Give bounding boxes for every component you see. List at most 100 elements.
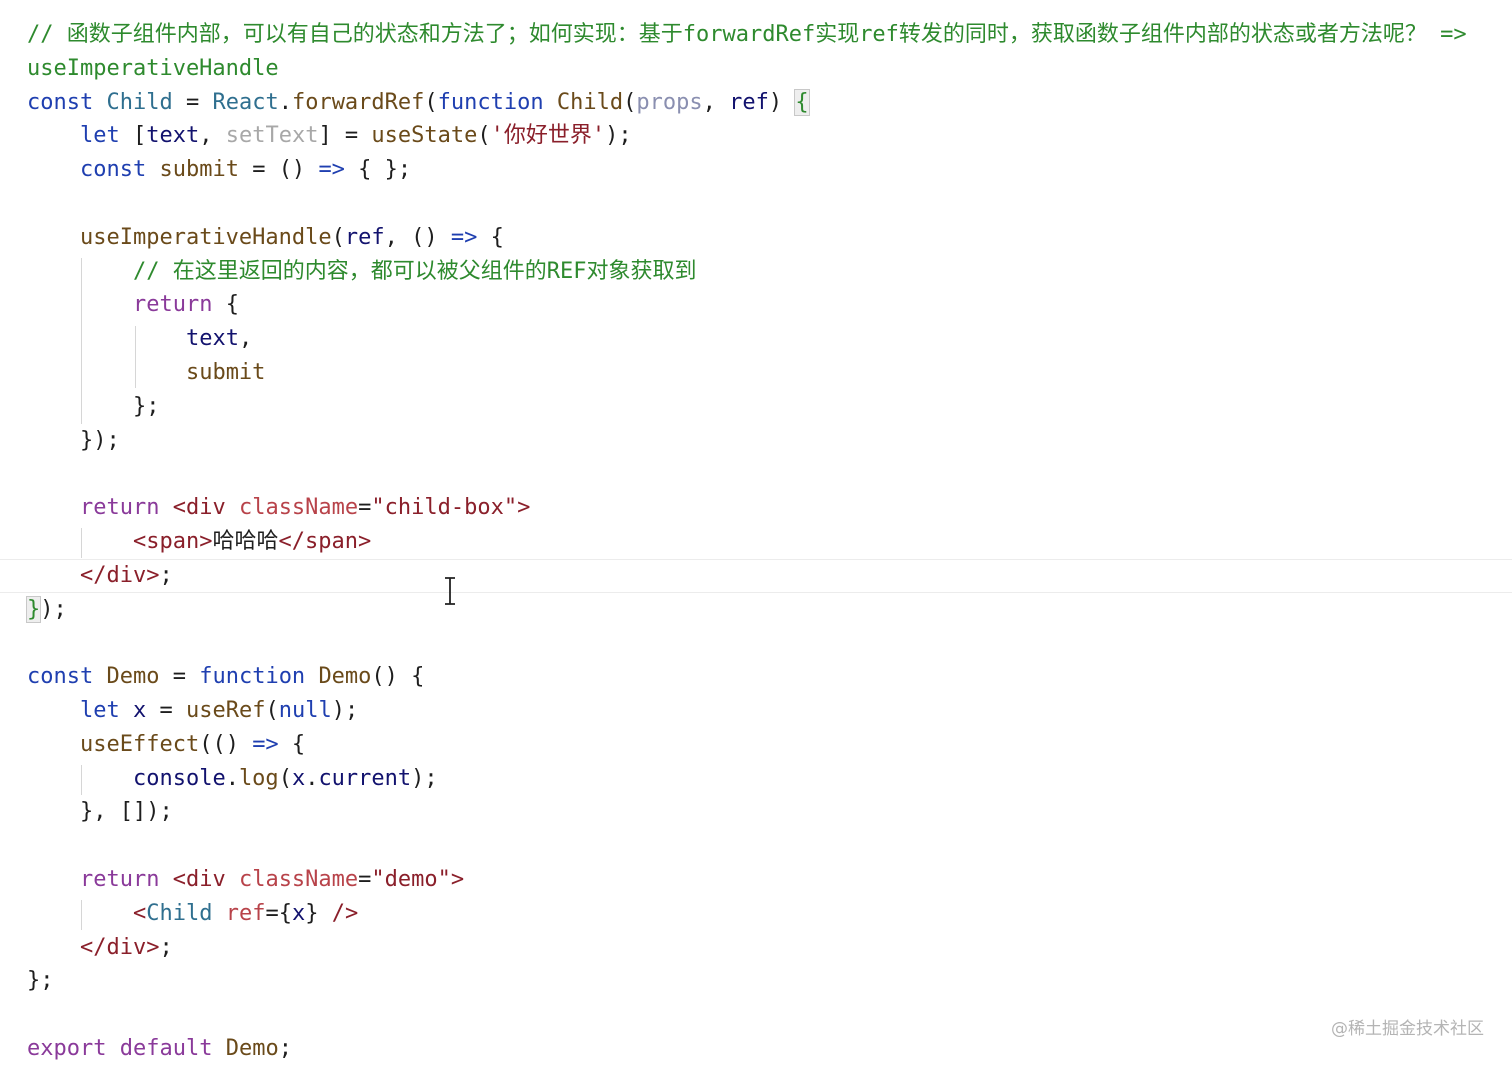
code-token: > bbox=[517, 495, 531, 521]
code-token: () { bbox=[371, 664, 425, 690]
code-line[interactable]: console.log(x.current); bbox=[27, 762, 1512, 796]
code-token: submit bbox=[185, 359, 266, 385]
code-line[interactable]: useImperativeHandle bbox=[27, 52, 1512, 86]
code-line[interactable]: </div>; bbox=[27, 931, 1512, 965]
indent-guide bbox=[81, 765, 82, 795]
code-token: { bbox=[212, 292, 239, 318]
code-token: ( bbox=[265, 697, 279, 723]
code-token: submit bbox=[159, 157, 239, 183]
code-token: "child-box" bbox=[371, 495, 518, 521]
code-token: text bbox=[146, 123, 200, 149]
code-line[interactable]: submit bbox=[27, 356, 1512, 390]
code-token: function bbox=[437, 89, 544, 115]
code-line[interactable] bbox=[27, 626, 1512, 660]
code-token: Demo bbox=[318, 664, 372, 690]
code-token: "demo" bbox=[371, 866, 451, 892]
code-token: x bbox=[132, 697, 147, 723]
code-line[interactable]: <Child ref={x} /> bbox=[27, 897, 1512, 931]
code-line[interactable]: }); bbox=[25, 593, 1512, 627]
code-token: forwardRef bbox=[291, 89, 425, 115]
code-line[interactable]: useEffect(() => { bbox=[27, 728, 1512, 762]
code-line[interactable]: const Child = React.forwardRef(function … bbox=[27, 86, 1512, 120]
code-editor[interactable]: // 函数子组件内部，可以有自己的状态和方法了；如何实现：基于forwardRe… bbox=[0, 0, 1512, 1065]
code-token: { bbox=[278, 900, 292, 926]
code-token: => bbox=[252, 731, 279, 757]
code-line[interactable]: return { bbox=[27, 288, 1512, 322]
code-token: current bbox=[318, 765, 412, 791]
code-token: // 函数子组件内部，可以有自己的状态和方法了；如何实现：基于forwardRe… bbox=[27, 22, 1467, 47]
code-line[interactable] bbox=[27, 457, 1512, 491]
code-token: { bbox=[477, 224, 504, 250]
code-token: (() bbox=[199, 731, 253, 757]
code-token: ; bbox=[159, 934, 173, 960]
code-line[interactable]: // 在这里返回的内容，都可以被父组件的REF对象获取到 bbox=[27, 255, 1512, 289]
code-line[interactable]: // 函数子组件内部，可以有自己的状态和方法了；如何实现：基于forwardRe… bbox=[27, 18, 1512, 52]
code-line[interactable]: return <div className="child-box"> bbox=[27, 491, 1512, 525]
code-content[interactable]: // 函数子组件内部，可以有自己的状态和方法了；如何实现：基于forwardRe… bbox=[0, 18, 1512, 1066]
code-token: useRef bbox=[185, 697, 266, 723]
code-token: . bbox=[305, 765, 319, 791]
watermark: @稀土掘金技术社区 bbox=[1331, 1019, 1484, 1039]
code-token: }); bbox=[27, 427, 120, 453]
code-token: ; bbox=[278, 1035, 292, 1061]
code-token: }; bbox=[27, 393, 160, 419]
code-token: = bbox=[172, 89, 213, 115]
code-token: = () bbox=[238, 157, 319, 183]
code-token: Demo bbox=[225, 1035, 279, 1061]
code-line[interactable] bbox=[27, 998, 1512, 1032]
code-token: Child bbox=[556, 89, 624, 115]
code-token: { }; bbox=[344, 157, 412, 183]
code-token: useImperativeHandle bbox=[79, 224, 332, 250]
indent-guide bbox=[81, 258, 82, 424]
code-token: ); bbox=[411, 765, 438, 791]
code-line[interactable]: }); bbox=[27, 424, 1512, 458]
code-token: <span> bbox=[132, 528, 213, 554]
code-line[interactable]: useImperativeHandle(ref, () => { bbox=[27, 221, 1512, 255]
code-token: setText bbox=[225, 123, 319, 149]
code-line[interactable]: }, []); bbox=[27, 795, 1512, 829]
code-line[interactable]: return <div className="demo"> bbox=[27, 863, 1512, 897]
code-token: , bbox=[238, 326, 253, 352]
code-token: = bbox=[358, 866, 372, 892]
code-token: < bbox=[132, 900, 147, 926]
code-line[interactable] bbox=[27, 187, 1512, 221]
code-line[interactable]: const submit = () => { }; bbox=[27, 153, 1512, 187]
code-token: useImperativeHandle bbox=[27, 55, 279, 81]
code-token: console bbox=[132, 765, 226, 791]
code-token: const bbox=[79, 157, 147, 183]
code-line[interactable] bbox=[27, 829, 1512, 863]
code-line[interactable]: let [text, setText] = useState('你好世界'); bbox=[27, 119, 1512, 153]
code-token: useEffect bbox=[79, 731, 200, 757]
code-token: /> bbox=[318, 900, 359, 926]
code-token: ref bbox=[225, 900, 266, 926]
code-line[interactable]: export default Demo; bbox=[27, 1032, 1512, 1066]
code-line[interactable]: let x = useRef(null); bbox=[27, 694, 1512, 728]
code-token: = bbox=[358, 495, 372, 521]
code-token: return bbox=[132, 292, 213, 318]
code-token: return bbox=[79, 495, 160, 521]
code-line[interactable]: <span>哈哈哈</span> bbox=[27, 525, 1512, 559]
code-token: > bbox=[450, 866, 465, 892]
code-line[interactable]: text, bbox=[27, 322, 1512, 356]
code-token: 哈哈哈 bbox=[212, 528, 279, 554]
code-token: , bbox=[702, 89, 730, 115]
code-line[interactable]: const Demo = function Demo() { bbox=[27, 660, 1512, 694]
code-token: '你好世界' bbox=[490, 123, 606, 149]
code-line[interactable]: }; bbox=[27, 964, 1512, 998]
code-line[interactable]: }; bbox=[27, 390, 1512, 424]
code-token: ( bbox=[331, 224, 345, 250]
code-token: x bbox=[291, 900, 306, 926]
code-line-current[interactable]: </div>; bbox=[0, 558, 1512, 593]
code-token: . bbox=[225, 765, 239, 791]
